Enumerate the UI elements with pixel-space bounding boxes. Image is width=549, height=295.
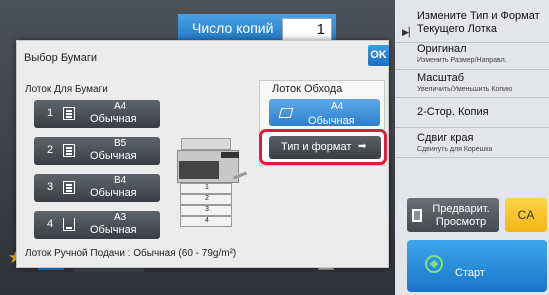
copier-tray-1-number: 1 bbox=[205, 184, 209, 191]
tray-4-type: Обычная bbox=[90, 224, 137, 236]
tray-2-number: 2 bbox=[47, 144, 54, 156]
paper-tray-icon bbox=[63, 107, 75, 120]
copier-scanner-lid bbox=[181, 138, 231, 150]
preview-button[interactable]: Предварит. Просмотр bbox=[407, 198, 499, 232]
tray-1-type: Обычная bbox=[90, 113, 137, 125]
tray-1-size: A4 bbox=[114, 101, 127, 112]
bypass-info-text: Лоток Ручной Подачи : Обычная (60 - 79g/… bbox=[25, 248, 237, 259]
copier-tray-2-number: 2 bbox=[205, 195, 209, 202]
preview-label: Предварит. Просмотр bbox=[432, 203, 490, 228]
start-icon bbox=[425, 255, 443, 273]
copier-tray-1: 1 bbox=[180, 183, 232, 194]
scale-sublabel: Увеличить/Уменьшить Копию bbox=[417, 86, 513, 93]
copies-input[interactable]: 1 bbox=[282, 18, 332, 42]
start-label: Старт bbox=[455, 267, 485, 279]
bypass-size: A4 bbox=[331, 101, 344, 112]
dialog-title: Выбор Бумаги bbox=[24, 52, 98, 64]
bypass-tray-icon bbox=[278, 108, 294, 118]
tray-2-size: B5 bbox=[114, 138, 127, 149]
preview-icon bbox=[412, 209, 422, 222]
margin-shift-button[interactable]: Сдвиг края Сдвинуть для Корешка bbox=[395, 128, 549, 158]
original-label: Оригинал bbox=[417, 43, 467, 55]
type-format-label: Тип и формат bbox=[281, 141, 352, 153]
change-tray-type-label: Измените Тип и Формат Текущего Лотка bbox=[417, 10, 540, 35]
tray-3-number: 3 bbox=[47, 181, 54, 193]
tray-3-button[interactable]: 3 B4 Обычная bbox=[34, 174, 160, 202]
copier-illustration: 1 2 3 4 bbox=[177, 135, 248, 247]
bypass-section-title: Лоток Обхода bbox=[272, 83, 343, 95]
original-sublabel: Изменить Размер/Направл. bbox=[417, 57, 507, 64]
tray-3-type: Обычная bbox=[90, 187, 137, 199]
copies-label: Число копий bbox=[192, 20, 274, 36]
bypass-tray-button[interactable]: A4 Обычная bbox=[269, 99, 380, 126]
paper-select-dialog: Выбор Бумаги OK Лоток Для Бумаги 1 A4 Об… bbox=[16, 40, 389, 268]
copier-tray-3-number: 3 bbox=[205, 206, 209, 213]
tray-4-button[interactable]: 4 A3 Обычная bbox=[34, 211, 160, 239]
type-format-button[interactable]: Тип и формат ➡ bbox=[269, 136, 381, 159]
copier-tray-2: 2 bbox=[180, 194, 232, 205]
open-tray-icon bbox=[63, 218, 75, 231]
start-button[interactable]: Старт bbox=[407, 240, 547, 292]
ok-button[interactable]: OK bbox=[368, 45, 389, 66]
paper-tray-icon bbox=[63, 144, 75, 157]
margin-shift-label: Сдвиг края bbox=[417, 132, 474, 144]
original-button[interactable]: Оригинал Изменить Размер/Направл. bbox=[395, 43, 549, 70]
bypass-type: Обычная bbox=[308, 115, 355, 126]
copier-panel bbox=[221, 152, 239, 158]
tray-1-number: 1 bbox=[47, 107, 54, 119]
margin-shift-sublabel: Сдвинуть для Корешка bbox=[417, 146, 493, 153]
copier-tray-4-number: 4 bbox=[205, 217, 209, 224]
tray-4-number: 4 bbox=[47, 218, 54, 230]
tray-2-type: Обычная bbox=[90, 150, 137, 162]
clear-all-button[interactable]: CA bbox=[505, 198, 547, 232]
change-tray-type-button[interactable]: Измените Тип и Формат Текущего Лотка bbox=[395, 10, 549, 43]
paper-tray-icon bbox=[63, 181, 75, 194]
duplex-copy-button[interactable]: 2-Стор. Копия bbox=[395, 98, 549, 128]
scale-button[interactable]: Масштаб Увеличить/Уменьшить Копию bbox=[395, 70, 549, 98]
arrow-right-icon: ➡ bbox=[358, 141, 367, 152]
duplex-copy-label: 2-Стор. Копия bbox=[417, 106, 489, 118]
tray-section-title: Лоток Для Бумаги bbox=[25, 84, 108, 95]
copier-tray-3: 3 bbox=[180, 205, 232, 216]
tray-3-size: B4 bbox=[114, 175, 127, 186]
tray-1-button[interactable]: 1 A4 Обычная bbox=[34, 100, 160, 128]
copier-output-area bbox=[179, 161, 219, 179]
copier-tray-4: 4 bbox=[180, 216, 232, 227]
scale-label: Масштаб bbox=[417, 72, 465, 84]
tray-2-button[interactable]: 2 B5 Обычная bbox=[34, 137, 160, 165]
tray-4-size: A3 bbox=[114, 212, 127, 223]
